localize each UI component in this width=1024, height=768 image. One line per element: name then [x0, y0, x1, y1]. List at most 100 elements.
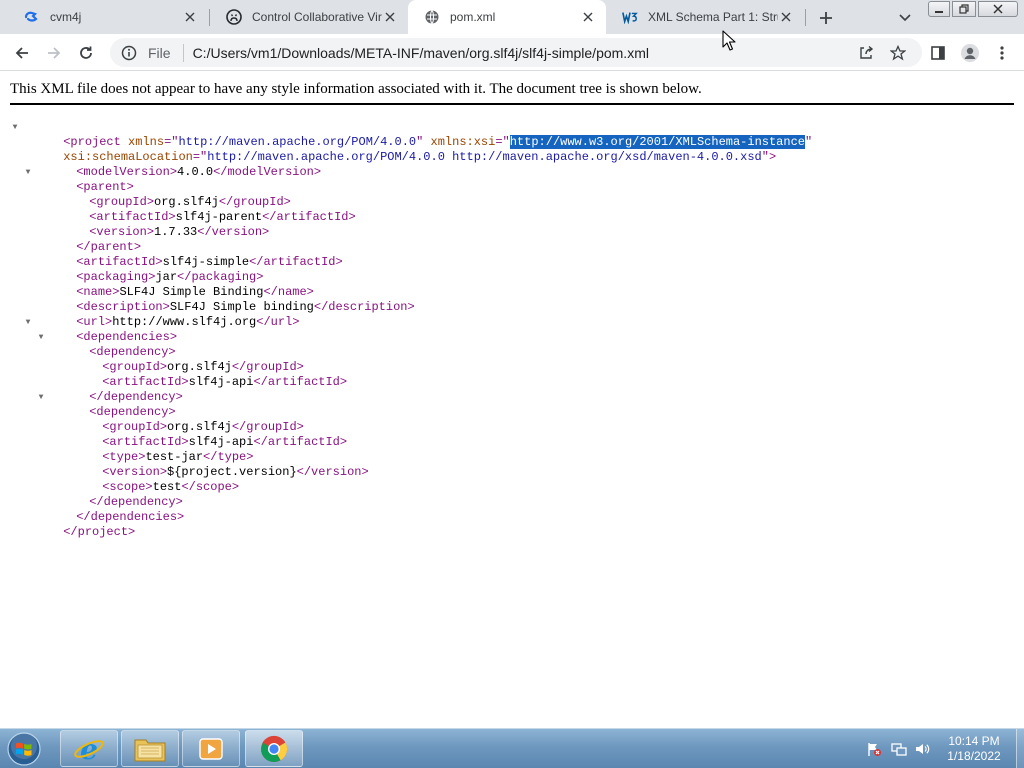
restore-button[interactable]	[952, 1, 976, 17]
more-vert-icon	[1000, 46, 1004, 60]
xml-line: ▼ <project xmlns="http://maven.apache.org…	[10, 120, 812, 149]
mouse-cursor-icon	[722, 30, 736, 51]
collapse-triangle-icon[interactable]: ▼	[36, 390, 46, 405]
reload-button[interactable]	[72, 39, 100, 67]
xml-line: ▼ <parent>	[10, 165, 812, 194]
tab-strip: cvm4j Control Collaborative Virtual Mach…	[0, 0, 1024, 34]
show-desktop-button[interactable]	[1016, 729, 1024, 768]
new-tab-button[interactable]	[815, 7, 837, 29]
tab-cvm4j[interactable]: cvm4j	[8, 0, 208, 34]
arrow-left-icon	[15, 47, 28, 59]
xml-line: <url>http://www.slf4j.org</url>	[76, 315, 300, 329]
xml-line: <artifactId>slf4j-api</artifactId>	[102, 375, 348, 389]
tab-search-button[interactable]	[895, 8, 915, 28]
start-button[interactable]	[4, 730, 44, 768]
xml-line: <packaging>jar</packaging>	[76, 270, 264, 284]
menu-button[interactable]	[988, 39, 1016, 67]
xml-tree: ▼ <project xmlns="http://maven.apache.org…	[10, 120, 813, 539]
xml-line: xsi:schemaLocation="http://maven.apache.…	[63, 150, 777, 164]
xml-line: </project>	[63, 525, 136, 539]
internet-explorer-icon: e	[74, 734, 104, 764]
chevron-down-icon	[899, 14, 911, 22]
xml-line: ▼ <dependency>	[10, 390, 812, 419]
xml-line: ▼ <dependencies>	[10, 315, 812, 344]
globe-icon	[424, 9, 440, 25]
xml-line: <groupId>org.slf4j</groupId>	[102, 360, 304, 374]
xml-line: <groupId>org.slf4j</groupId>	[102, 420, 304, 434]
tab-title: pom.xml	[450, 10, 496, 24]
tab-title: Control Collaborative Virtual Machines	[252, 10, 382, 24]
action-center-flag-icon[interactable]	[866, 741, 882, 757]
window-close-button[interactable]	[978, 1, 1018, 17]
xml-tag-name: project	[77, 525, 129, 539]
minimize-icon	[935, 11, 943, 13]
github-icon	[226, 9, 242, 25]
url-text[interactable]: C:/Users/vm1/Downloads/META-INF/maven/or…	[193, 45, 649, 61]
arrow-right-icon	[48, 47, 61, 59]
taskbar-media-player[interactable]	[182, 730, 240, 767]
plus-icon	[820, 12, 832, 24]
back-button[interactable]	[8, 39, 36, 67]
svg-text:e: e	[80, 734, 98, 764]
xml-line: <artifactId>slf4j-api</artifactId>	[102, 435, 348, 449]
windows-logo-icon	[7, 732, 41, 766]
close-icon[interactable]	[382, 9, 398, 25]
xml-line: ▼ <dependency>	[10, 330, 812, 359]
side-panel-icon	[931, 46, 945, 60]
tab-pom-xml[interactable]: pom.xml	[408, 0, 606, 34]
media-player-icon	[199, 737, 223, 760]
side-panel-button[interactable]	[924, 39, 952, 67]
xml-line: <artifactId>slf4j-simple</artifactId>	[76, 255, 343, 269]
taskbar-internet-explorer[interactable]: e	[60, 730, 118, 767]
page-content: This XML file does not appear to have an…	[0, 72, 1024, 728]
w3c-icon	[622, 9, 638, 25]
xml-line: <name>SLF4J Simple Binding</name>	[76, 285, 314, 299]
reload-icon	[80, 46, 92, 59]
collapse-triangle-icon[interactable]: ▼	[36, 330, 46, 345]
xml-line: </dependencies>	[76, 510, 185, 524]
profile-button[interactable]	[956, 39, 984, 67]
taskbar-chrome[interactable]	[245, 730, 303, 767]
minimize-button[interactable]	[928, 1, 950, 17]
xml-line: <type>test-jar</type>	[102, 450, 254, 464]
xml-line: </dependency>	[89, 390, 183, 404]
xml-line: <description>SLF4J Simple binding</descr…	[76, 300, 415, 314]
xml-line: <version>1.7.33</version>	[89, 225, 270, 239]
clock-time: 10:14 PM	[948, 734, 1000, 748]
xml-line: <scope>test</scope>	[102, 480, 240, 494]
collapse-triangle-icon[interactable]: ▼	[23, 165, 33, 180]
devops-icon	[24, 9, 40, 25]
system-clock[interactable]: 10:14 PM 1/18/2022	[932, 734, 1016, 764]
xml-info-message: This XML file does not appear to have an…	[10, 81, 702, 97]
volume-icon[interactable]	[914, 741, 930, 757]
xml-line: </parent>	[76, 240, 142, 254]
share-icon[interactable]	[856, 43, 876, 63]
collapse-triangle-icon[interactable]: ▼	[10, 120, 20, 135]
close-icon	[993, 4, 1003, 14]
xml-line: <modelVersion>4.0.0</modelVersion>	[76, 165, 322, 179]
address-bar[interactable]: File C:/Users/vm1/Downloads/META-INF/mav…	[110, 38, 922, 67]
taskbar-file-explorer[interactable]	[121, 730, 179, 767]
xml-line: <groupId>org.slf4j</groupId>	[89, 195, 291, 209]
forward-button[interactable]	[40, 39, 68, 67]
xml-line: <version>${project.version}</version>	[102, 465, 369, 479]
close-icon[interactable]	[580, 9, 596, 25]
restore-icon	[959, 4, 969, 14]
site-chip: File	[148, 44, 171, 61]
omnibox-divider	[182, 43, 184, 62]
network-icon[interactable]	[891, 741, 907, 757]
folder-icon	[134, 739, 166, 761]
close-icon[interactable]	[778, 9, 794, 25]
avatar-icon	[961, 44, 979, 62]
tab-xml-schema[interactable]: XML Schema Part 1: Structures	[606, 0, 804, 34]
clock-date: 1/18/2022	[947, 749, 1001, 763]
taskbar: e 10:14 PM 1/18/2022	[0, 728, 1024, 768]
chrome-icon	[261, 735, 288, 762]
collapse-triangle-icon[interactable]: ▼	[23, 315, 33, 330]
info-icon[interactable]	[120, 44, 138, 62]
bookmark-star-icon[interactable]	[888, 43, 908, 63]
tab-control-collaborative[interactable]: Control Collaborative Virtual Machines	[210, 0, 408, 34]
close-icon[interactable]	[182, 9, 198, 25]
xml-line: <artifactId>slf4j-parent</artifactId>	[89, 210, 356, 224]
xml-line: </dependency>	[89, 495, 183, 509]
